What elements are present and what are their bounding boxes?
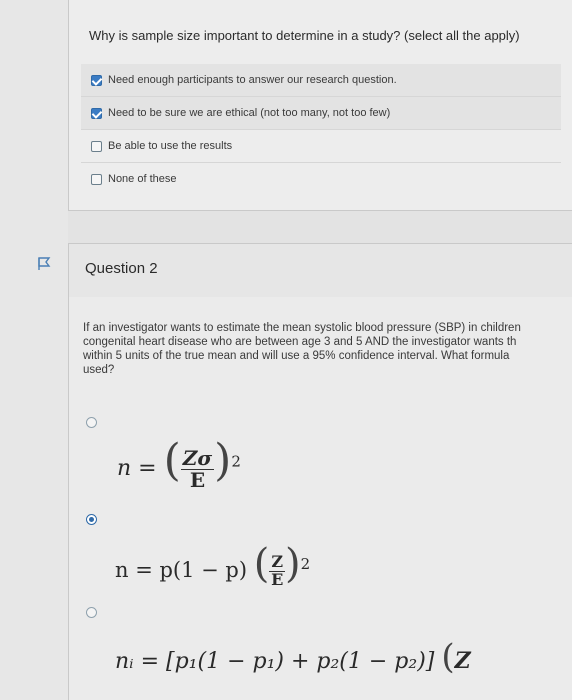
answer-option-label: Need to be sure we are ethical (not too … (108, 107, 391, 119)
formula-c: nᵢ = [p₁(1 − p₁) + p₂(1 − p₂)] (Z (115, 637, 471, 677)
checkbox-checked-icon[interactable] (91, 107, 102, 119)
checkbox-checked-icon[interactable] (91, 74, 102, 86)
answer-option-2[interactable]: Need to be sure we are ethical (not too … (81, 96, 561, 129)
radio-option-a[interactable] (86, 417, 97, 428)
question-2-header: Question 2 (68, 243, 572, 299)
answer-option-3[interactable]: Be able to use the results (81, 129, 561, 162)
question-1-prompt: Why is sample size important to determin… (89, 28, 520, 43)
answer-option-1[interactable]: Need enough participants to answer our r… (81, 64, 561, 96)
checkbox-icon[interactable] (91, 173, 102, 185)
formula-b: n = p(1 − p) ( Z E )2 (115, 541, 311, 589)
checkbox-icon[interactable] (91, 140, 102, 152)
flag-icon[interactable] (38, 257, 51, 271)
question-1-card: Why is sample size important to determin… (68, 0, 572, 211)
question-1-options: Need enough participants to answer our r… (81, 64, 561, 195)
question-2-body: If an investigator wants to estimate the… (68, 297, 572, 700)
answer-option-label: Be able to use the results (108, 140, 233, 152)
question-2-title: Question 2 (85, 260, 158, 277)
formula-a: n = ( Zσ E )2 (117, 435, 241, 492)
radio-option-c[interactable] (86, 607, 97, 618)
question-2-prompt: If an investigator wants to estimate the… (83, 322, 521, 376)
answer-option-4[interactable]: None of these (81, 162, 561, 195)
radio-option-b[interactable] (86, 514, 97, 525)
answer-option-label: None of these (108, 173, 177, 185)
answer-option-label: Need enough participants to answer our r… (108, 74, 397, 86)
left-margin (0, 0, 68, 700)
